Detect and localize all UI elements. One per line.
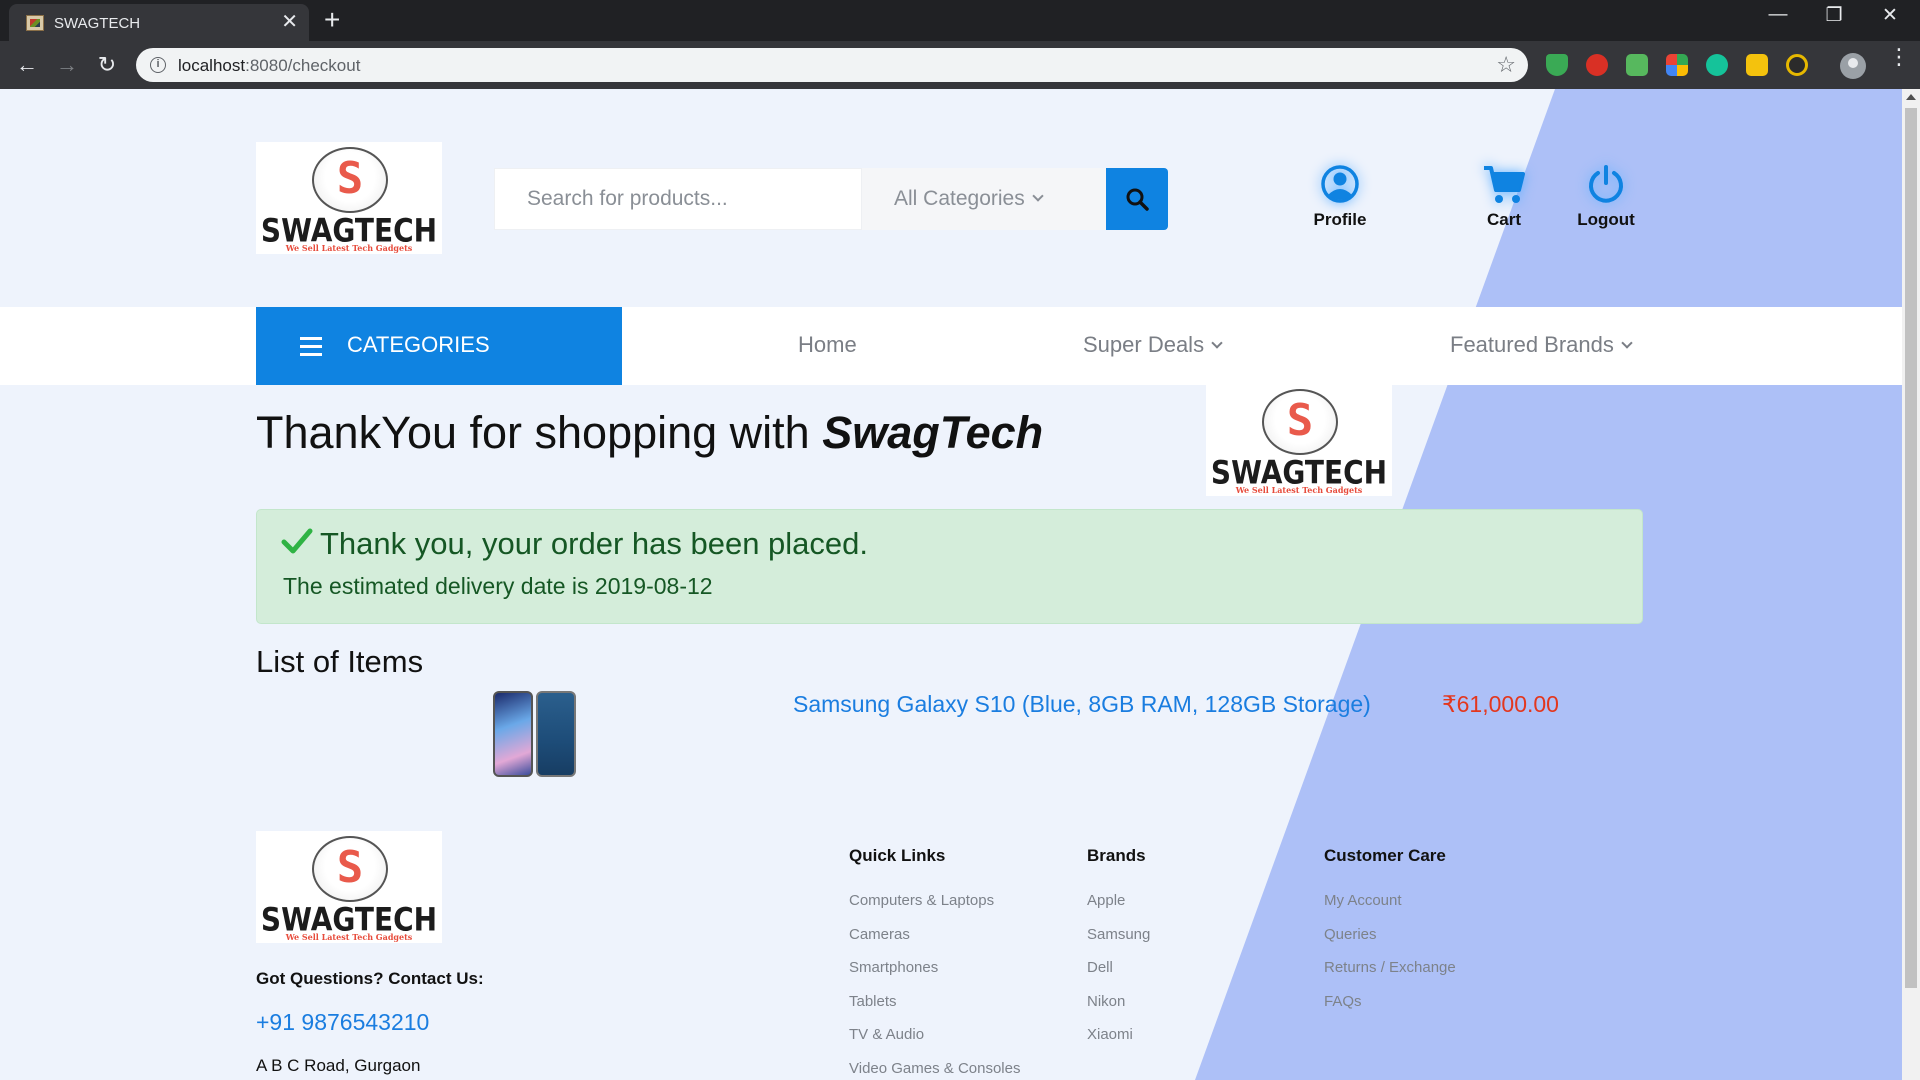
mail-extension-icon[interactable] [1626, 54, 1648, 76]
logo-emblem: S [312, 147, 388, 213]
hamburger-icon [300, 337, 322, 356]
color-extension-icon[interactable] [1666, 54, 1688, 76]
tab-title: SWAGTECH [54, 15, 141, 32]
browser-menu-icon[interactable]: ⋮ [1888, 46, 1910, 68]
browser-tab-bar: SWAGTECH ✕ + — ❐ ✕ [0, 0, 1920, 41]
footer-link[interactable]: Smartphones [849, 960, 1020, 976]
browser-tab[interactable]: SWAGTECH ✕ [9, 4, 309, 41]
logo-emblem: S [312, 836, 388, 902]
footer-link[interactable]: Video Games & Consoles [849, 1060, 1020, 1077]
footer-quick-links: Quick Links Computers & Laptops Cameras … [849, 846, 1021, 1077]
browser-profile-icon[interactable] [1840, 53, 1866, 79]
list-of-items-heading: List of Items [256, 644, 424, 679]
alert-title: Thank you, your order has been placed. [320, 526, 869, 561]
restore-button[interactable]: ❐ [1806, 4, 1862, 27]
nav-super-deals[interactable]: Super Deals [1083, 332, 1223, 358]
footer-link[interactable]: TV & Audio [849, 1027, 1020, 1043]
product-name-link[interactable]: Samsung Galaxy S10 (Blue, 8GB RAM, 128GB… [793, 691, 1371, 718]
scroll-up-arrow-icon[interactable] [1906, 94, 1916, 100]
chevron-down-icon [1211, 337, 1223, 349]
product-price: ₹61,000.00 [1442, 691, 1559, 717]
category-select[interactable]: All Categories [862, 168, 1106, 230]
footer-link[interactable]: Tablets [849, 993, 1020, 1010]
nav-home[interactable]: Home [798, 332, 857, 358]
footer-link[interactable]: Nikon [1087, 993, 1150, 1010]
delivery-date: The estimated delivery date is 2019-08-1… [283, 573, 713, 599]
url-text: localhost:8080/checkout [178, 56, 360, 76]
categories-button[interactable]: CATEGORIES [256, 307, 622, 385]
shield-extension-icon[interactable] [1546, 54, 1568, 76]
footer-link[interactable]: Dell [1087, 960, 1150, 976]
contact-question: Got Questions? Contact Us: [256, 969, 484, 988]
contact-phone-link[interactable]: +91 9876543210 [256, 1009, 429, 1036]
site-logo[interactable]: S SWAGTECH We Sell Latest Tech Gadgets [256, 142, 442, 254]
footer-customer-care: Customer Care My Account Queries Returns… [1324, 846, 1456, 1010]
info-icon[interactable]: i [150, 57, 166, 73]
nav-featured-brands[interactable]: Featured Brands [1450, 332, 1633, 358]
footer-logo[interactable]: S SWAGTECH We Sell Latest Tech Gadgets [256, 831, 442, 943]
minimize-button[interactable]: — [1750, 4, 1806, 26]
order-success-alert: Thank you, your order has been placed. T… [256, 509, 1643, 624]
back-button[interactable]: ← [13, 51, 41, 79]
footer-link[interactable]: Xiaomi [1087, 1027, 1150, 1043]
thank-you-heading: ThankYou for shopping with SwagTech [256, 407, 1044, 458]
footer-brands: Brands Apple Samsung Dell Nikon Xiaomi [1087, 846, 1151, 1043]
search-field[interactable] [494, 168, 862, 230]
footer-link[interactable]: Apple [1087, 893, 1150, 909]
logo-emblem: S [1262, 389, 1338, 455]
window-close-button[interactable]: ✕ [1862, 4, 1918, 27]
page-scrollbar[interactable] [1902, 89, 1920, 1080]
footer-link[interactable]: FAQs [1324, 993, 1456, 1010]
search-icon [1126, 188, 1149, 211]
favicon-icon [26, 15, 44, 31]
footer-link[interactable]: My Account [1324, 893, 1456, 909]
yab-extension-icon[interactable] [1586, 54, 1608, 76]
thank-you-logo: S SWAGTECH We Sell Latest Tech Gadgets [1206, 384, 1392, 496]
bookmark-star-icon[interactable]: ☆ [1496, 52, 1516, 78]
footer-link[interactable]: Cameras [849, 926, 1020, 943]
category-select-label: All Categories [894, 187, 1044, 211]
scrollbar-thumb[interactable] [1905, 108, 1917, 988]
contact-address: A B C Road, Gurgaon [256, 1056, 421, 1075]
coin-extension-icon[interactable] [1786, 54, 1808, 76]
page-viewport: S SWAGTECH We Sell Latest Tech Gadgets A… [0, 89, 1920, 1080]
url-host: localhost [178, 56, 246, 75]
phone-back-image [536, 691, 576, 777]
footer-link[interactable]: Queries [1324, 926, 1456, 943]
power-icon [1551, 162, 1661, 206]
cart-link[interactable]: Cart [1449, 162, 1559, 230]
tab-close-icon[interactable]: ✕ [281, 11, 298, 33]
new-tab-button[interactable]: + [324, 6, 340, 34]
main-nav: CATEGORIES Home Super Deals Featured Bra… [0, 307, 1902, 385]
footer-link[interactable]: Computers & Laptops [849, 893, 1020, 909]
footer-link[interactable]: Returns / Exchange [1324, 960, 1456, 976]
footer-link[interactable]: Samsung [1087, 926, 1150, 943]
cart-icon [1449, 162, 1559, 206]
checkmark-icon [281, 528, 313, 554]
forward-button[interactable]: → [53, 51, 81, 79]
logout-link[interactable]: Logout [1551, 162, 1661, 230]
address-bar[interactable]: i localhost:8080/checkout ☆ [136, 48, 1528, 82]
chevron-down-icon [1032, 190, 1044, 202]
reload-button[interactable]: ↻ [93, 51, 121, 79]
user-circle-icon [1285, 162, 1395, 206]
chevron-down-icon [1621, 337, 1633, 349]
phone-front-image [493, 691, 533, 777]
profile-link[interactable]: Profile [1285, 162, 1395, 230]
search-button[interactable] [1106, 168, 1168, 230]
browser-toolbar: ← → ↻ i localhost:8080/checkout ☆ ⋮ [0, 41, 1920, 89]
star-extension-icon[interactable] [1746, 54, 1768, 76]
search-input[interactable] [495, 169, 861, 229]
url-path: :8080/checkout [245, 56, 361, 75]
grammarly-extension-icon[interactable] [1706, 54, 1728, 76]
